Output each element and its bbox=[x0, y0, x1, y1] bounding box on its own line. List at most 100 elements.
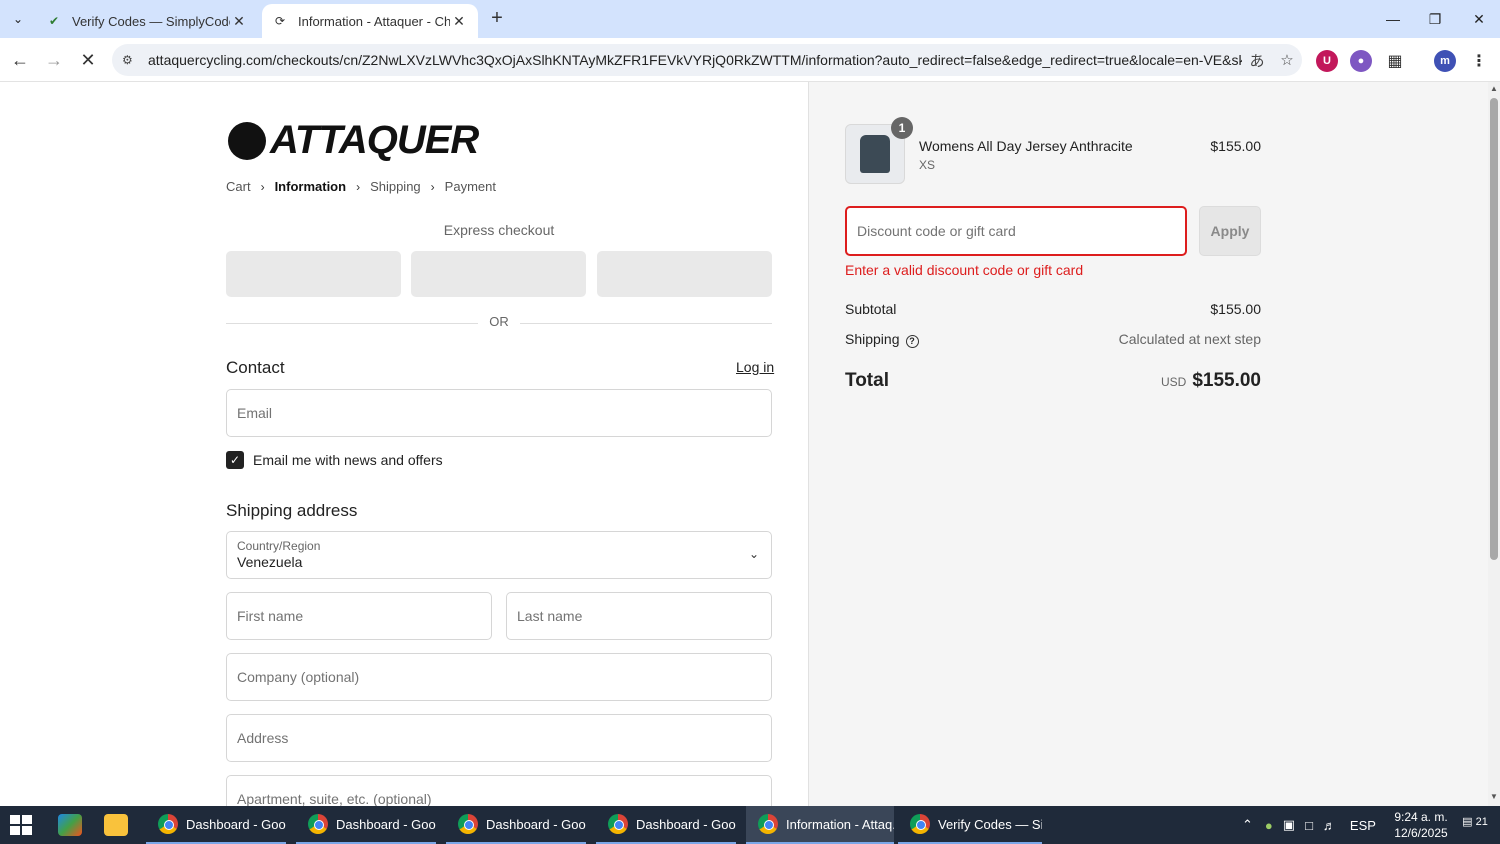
address-field[interactable] bbox=[226, 714, 772, 762]
express-pay-button-1[interactable] bbox=[226, 251, 401, 297]
volume-icon[interactable]: ♬ bbox=[1323, 818, 1336, 833]
country-value: Venezuela bbox=[237, 554, 303, 570]
close-tab-icon[interactable]: ✕ bbox=[450, 12, 468, 30]
last-name-field[interactable] bbox=[506, 592, 772, 640]
newsletter-label: Email me with news and offers bbox=[253, 452, 443, 468]
discount-field[interactable] bbox=[845, 206, 1187, 256]
express-checkout-label: Express checkout bbox=[443, 222, 555, 238]
taskbar-app-dashboard-2[interactable]: Dashboard - Googl... bbox=[296, 806, 436, 844]
tray-app-icon[interactable]: ● bbox=[1265, 818, 1273, 833]
taskbar-app-dashboard-3[interactable]: Dashboard - Googl... bbox=[446, 806, 586, 844]
minimize-icon[interactable]: — bbox=[1378, 8, 1408, 30]
tray-expand-icon[interactable]: ⌃ bbox=[1242, 817, 1253, 833]
apply-discount-button[interactable]: Apply bbox=[1199, 206, 1261, 256]
tab-title: Verify Codes — SimplyCodes bbox=[72, 13, 230, 29]
address-input[interactable] bbox=[237, 730, 761, 746]
shipping-address-title: Shipping address bbox=[226, 501, 358, 520]
restore-icon[interactable]: ❐ bbox=[1420, 8, 1450, 30]
product-name: Womens All Day Jersey Anthracite bbox=[919, 138, 1133, 154]
newsletter-option[interactable]: ✓ Email me with news and offers bbox=[226, 451, 443, 469]
express-pay-button-2[interactable] bbox=[411, 251, 586, 297]
taskbar-app-attaquer[interactable]: Information - Attaq... bbox=[746, 806, 894, 844]
forward-icon[interactable]: → bbox=[42, 48, 66, 72]
attaquer-logo[interactable]: ATTAQUER bbox=[228, 118, 479, 163]
notification-center[interactable]: ▤ 21 bbox=[1462, 815, 1488, 835]
windows-start-icon[interactable] bbox=[10, 815, 32, 835]
tab-search-chevron-icon[interactable]: ⌄ bbox=[6, 7, 30, 31]
product-variant: XS bbox=[919, 158, 936, 172]
company-field[interactable] bbox=[226, 653, 772, 701]
language-indicator[interactable]: ESP bbox=[1350, 818, 1376, 833]
taskbar-app-verify-codes[interactable]: Verify Codes — Sim... bbox=[898, 806, 1042, 844]
chrome-icon bbox=[910, 814, 930, 834]
info-icon[interactable]: ? bbox=[905, 334, 919, 348]
discount-input[interactable] bbox=[857, 223, 1175, 239]
taskbar-app-label: Dashboard - Googl... bbox=[486, 816, 586, 832]
taskbar-app-dashboard-1[interactable]: Dashboard - Googl... bbox=[146, 806, 286, 844]
extension-simplycodes-icon[interactable]: ● bbox=[1350, 50, 1372, 72]
taskbar-app-label: Dashboard - Googl... bbox=[186, 816, 286, 832]
menu-kebab-icon[interactable]: ⋮ bbox=[1468, 50, 1490, 72]
page-scrollbar[interactable]: ▲ ▼ bbox=[1488, 82, 1500, 806]
chrome-icon bbox=[308, 814, 328, 834]
meet-now-icon[interactable]: ▣ bbox=[1283, 817, 1295, 833]
email-input[interactable] bbox=[237, 405, 761, 421]
login-link[interactable]: Log in bbox=[736, 359, 774, 375]
first-name-field[interactable] bbox=[226, 592, 492, 640]
close-tab-icon[interactable]: ✕ bbox=[230, 12, 248, 30]
chrome-icon bbox=[458, 814, 478, 834]
breadcrumb-cart[interactable]: Cart bbox=[226, 179, 251, 194]
url-text[interactable]: attaquercycling.com/checkouts/cn/Z2NwLXV… bbox=[148, 52, 1242, 68]
quantity-badge: 1 bbox=[891, 117, 913, 139]
back-icon[interactable]: ← bbox=[8, 48, 32, 72]
site-info-icon[interactable]: ⚙ bbox=[122, 53, 140, 67]
stop-loading-icon[interactable]: ✕ bbox=[76, 48, 100, 72]
tab-title: Information - Attaquer - Checkout bbox=[298, 13, 450, 29]
chrome-icon bbox=[608, 814, 628, 834]
new-tab-icon[interactable]: + bbox=[486, 8, 508, 30]
breadcrumb: Cart › Information › Shipping › Payment bbox=[226, 179, 496, 194]
chevron-right-icon: › bbox=[430, 179, 435, 194]
checkout-main: ATTAQUER Cart › Information › Shipping ›… bbox=[0, 82, 808, 806]
tab-verify-codes[interactable]: ✔ Verify Codes — SimplyCodes ✕ bbox=[36, 4, 258, 38]
file-explorer-icon[interactable] bbox=[104, 814, 128, 836]
scroll-down-icon[interactable]: ▼ bbox=[1488, 792, 1500, 804]
divider-line bbox=[226, 323, 478, 324]
total-currency: USD bbox=[1160, 375, 1187, 389]
apartment-input[interactable] bbox=[237, 791, 761, 806]
breadcrumb-shipping: Shipping bbox=[370, 179, 421, 194]
shipping-row: Shipping? bbox=[845, 331, 919, 348]
bookmark-star-icon[interactable]: ☆ bbox=[1272, 51, 1302, 69]
last-name-input[interactable] bbox=[517, 608, 761, 624]
taskbar-clock[interactable]: 9:24 a. m. 12/6/2025 bbox=[1386, 809, 1456, 841]
first-name-input[interactable] bbox=[237, 608, 481, 624]
extensions-puzzle-icon[interactable]: ▦ bbox=[1384, 50, 1406, 72]
chevron-right-icon: › bbox=[260, 179, 265, 194]
country-select[interactable]: Country/Region Venezuela ⌄ bbox=[226, 531, 772, 579]
newsletter-checkbox[interactable]: ✓ bbox=[226, 451, 244, 469]
chevron-right-icon: › bbox=[356, 179, 361, 194]
chrome-icon bbox=[158, 814, 178, 834]
company-input[interactable] bbox=[237, 669, 761, 685]
profile-avatar[interactable]: m bbox=[1434, 50, 1456, 72]
extension-u-icon[interactable]: U bbox=[1316, 50, 1338, 72]
browser-tab-bar: ⌄ ✔ Verify Codes — SimplyCodes ✕ ⟳ Infor… bbox=[0, 0, 1500, 38]
simplycodes-icon: ✔ bbox=[48, 14, 60, 28]
shipping-label: Shipping bbox=[845, 331, 900, 347]
address-bar[interactable]: ⚙ attaquercycling.com/checkouts/cn/Z2NwL… bbox=[112, 44, 1302, 76]
translate-icon[interactable]: あ bbox=[1242, 50, 1272, 71]
apartment-field[interactable] bbox=[226, 775, 772, 806]
scroll-up-icon[interactable]: ▲ bbox=[1488, 84, 1500, 96]
express-pay-button-3[interactable] bbox=[597, 251, 772, 297]
email-field[interactable] bbox=[226, 389, 772, 437]
tab-attaquer-checkout[interactable]: ⟳ Information - Attaquer - Checkout ✕ bbox=[262, 4, 478, 38]
network-icon[interactable]: □ bbox=[1305, 818, 1313, 833]
taskbar-app-dashboard-4[interactable]: Dashboard - Googl... bbox=[596, 806, 736, 844]
taskbar-app-label: Information - Attaq... bbox=[786, 816, 894, 832]
close-window-icon[interactable]: ✕ bbox=[1464, 8, 1494, 30]
contact-title: Contact bbox=[226, 358, 285, 377]
chrome-icon bbox=[758, 814, 778, 834]
scroll-thumb[interactable] bbox=[1490, 98, 1498, 560]
taskbar-app-label: Dashboard - Googl... bbox=[336, 816, 436, 832]
copilot-icon[interactable] bbox=[58, 814, 82, 836]
